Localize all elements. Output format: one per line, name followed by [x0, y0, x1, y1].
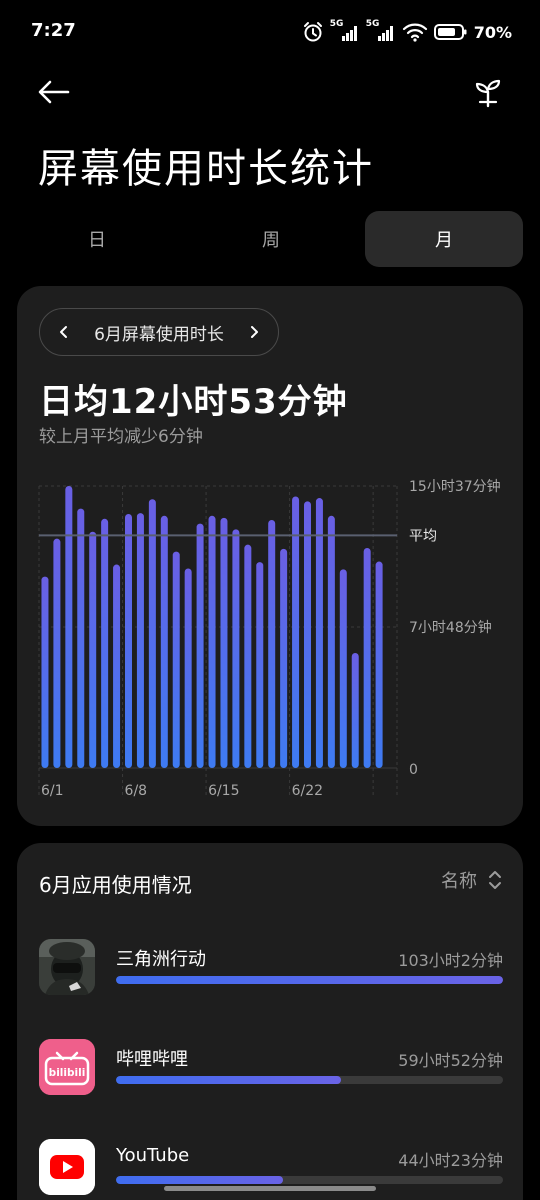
usage-progress-fill	[116, 1076, 341, 1084]
chart-bar	[148, 499, 156, 768]
chart-bar	[41, 576, 49, 768]
signal-5g-icon: 5G	[366, 19, 396, 43]
delta-force-app-icon	[39, 939, 95, 995]
chart-bar	[89, 531, 97, 768]
sort-button[interactable]: 名称	[441, 867, 503, 893]
chart-bar	[304, 501, 311, 768]
app-name: 三角洲行动	[116, 949, 206, 970]
usage-progress-bar	[116, 1176, 503, 1184]
chart-bar	[65, 486, 73, 768]
x-tick-label: 6/15	[208, 783, 239, 799]
page-title: 屏幕使用时长统计	[38, 146, 374, 192]
sprout-icon	[475, 79, 501, 108]
youtube-app-icon	[39, 1139, 95, 1195]
app-name: 哔哩哔哩	[116, 1049, 188, 1070]
chart-bar	[327, 515, 335, 768]
x-tick-label: 6/8	[125, 783, 148, 799]
chart-bar	[268, 520, 276, 768]
bilibili-app-icon: bilibili	[39, 1039, 95, 1095]
sprout-button[interactable]	[468, 72, 508, 112]
chart-bar	[125, 513, 132, 768]
app-usage-time: 59小时52分钟	[398, 1051, 503, 1070]
chart-bar	[113, 564, 121, 768]
usage-progress-fill	[116, 1176, 283, 1184]
chart-bar	[339, 569, 347, 768]
app-name: YouTube	[116, 1145, 190, 1166]
app-row[interactable]: bilibili 哔哩哔哩 59小时52分钟	[39, 1039, 503, 1099]
chart-bar	[232, 529, 240, 768]
app-usage-title: 6月应用使用情况	[39, 873, 192, 897]
status-icons: 5G 5G 70%	[302, 19, 512, 44]
chart-bar	[101, 518, 109, 768]
app-usage-time: 103小时2分钟	[398, 951, 503, 970]
status-time: 7:27	[31, 20, 76, 41]
back-button[interactable]	[34, 72, 74, 112]
y-tick-label: 0	[409, 762, 418, 778]
usage-progress-fill	[116, 976, 503, 984]
chart-bar	[196, 523, 204, 768]
tab-month[interactable]: 月	[365, 211, 523, 267]
y-tick-label: 7小时48分钟	[409, 619, 492, 636]
chart-bar	[77, 508, 85, 768]
chart-bar	[351, 653, 359, 768]
back-arrow-icon	[38, 80, 70, 104]
chart-bar	[315, 498, 323, 768]
bilibili-logo-text: bilibili	[49, 1067, 86, 1079]
usage-progress-bar	[116, 976, 503, 984]
wifi-icon	[402, 23, 427, 42]
usage-progress-bar	[116, 1076, 503, 1084]
chart-bar	[375, 561, 383, 768]
chart-bar	[208, 515, 216, 768]
average-comparison: 较上月平均减少6分钟	[39, 427, 203, 447]
chart-bar	[220, 517, 228, 768]
daily-average: 日均12小时53分钟	[39, 382, 348, 422]
period-tabs: 日 周 月	[18, 211, 523, 267]
chart-bar	[53, 538, 61, 768]
app-usage-card: 6月应用使用情况 名称 三角洲行动 103小时2分钟 bilibili 哔哩哔哩…	[17, 843, 523, 1200]
chart-bar	[172, 551, 180, 768]
chart-bar	[136, 513, 144, 768]
tab-day[interactable]: 日	[18, 211, 176, 267]
chart-bar	[363, 547, 371, 768]
chevron-right-icon[interactable]	[246, 324, 262, 340]
chart-bar	[292, 496, 300, 768]
signal-5g-icon: 5G	[330, 19, 360, 43]
app-row[interactable]: 三角洲行动 103小时2分钟	[39, 939, 503, 999]
home-indicator[interactable]	[164, 1186, 376, 1191]
chart-bar	[184, 568, 192, 768]
sort-label: 名称	[441, 871, 477, 892]
sort-updown-icon	[489, 871, 501, 889]
x-tick-label: 6/22	[292, 783, 323, 799]
chart-bar	[160, 515, 168, 768]
average-label: 平均	[409, 528, 437, 544]
chart-bar	[244, 544, 252, 768]
y-tick-label: 15小时37分钟	[409, 478, 501, 495]
app-usage-time: 44小时23分钟	[398, 1151, 503, 1170]
month-label: 6月屏幕使用时长	[94, 324, 224, 345]
battery-percent: 70%	[473, 22, 512, 42]
alarm-icon	[303, 22, 322, 42]
chevron-left-icon[interactable]	[56, 324, 72, 340]
status-bar: 7:27 5G 5G 70%	[0, 0, 540, 64]
screen-time-card: 6月屏幕使用时长 日均12小时53分钟 较上月平均减少6分钟 15小时37分钟 7…	[17, 286, 523, 826]
chart-bar	[256, 562, 264, 768]
month-selector: 6月屏幕使用时长	[39, 308, 279, 356]
tab-week[interactable]: 周	[192, 211, 350, 267]
battery-icon	[433, 24, 467, 40]
chart-bar	[280, 548, 288, 768]
usage-bar-chart: 15小时37分钟 7小时48分钟 0 平均 6/1 6/8 6/15 6/22	[38, 478, 501, 799]
x-tick-label: 6/1	[41, 783, 64, 799]
